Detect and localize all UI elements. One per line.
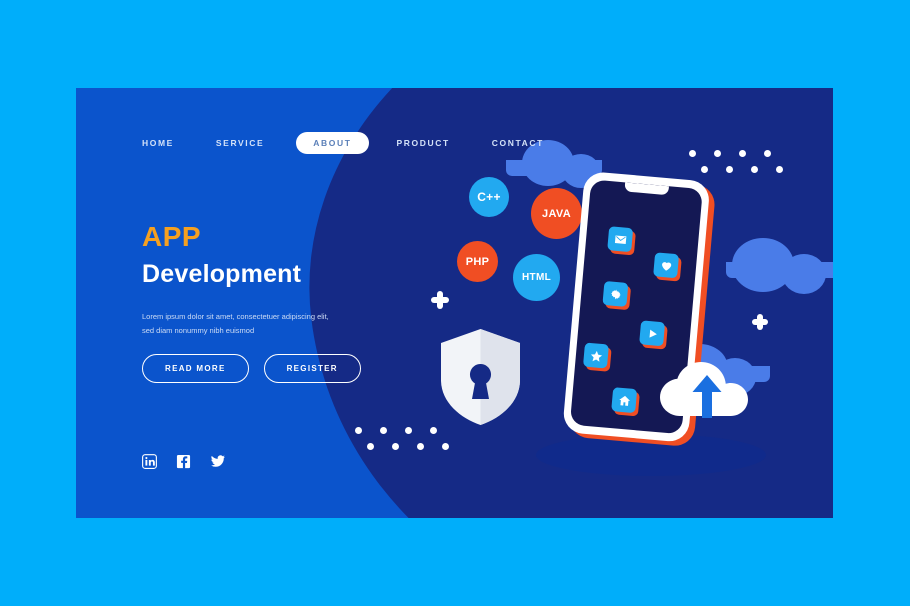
- cloud-upload-icon: [654, 350, 764, 425]
- dot-grid-bottom-left: [355, 427, 449, 455]
- home-app-icon[interactable]: [611, 387, 638, 414]
- tech-bubble-cpp: C++: [469, 177, 509, 217]
- page-root: HOME SERVICE ABOUT PRODUCT CONTACT APP D…: [0, 0, 910, 606]
- phone-notch: [624, 182, 669, 196]
- nav-item-about[interactable]: ABOUT: [296, 132, 369, 154]
- twitter-icon[interactable]: [210, 454, 226, 469]
- dot-grid-top-right: [689, 150, 783, 178]
- hero-title-main: Development: [142, 259, 302, 288]
- hero-copy: APP Development Lorem ipsum dolor sit am…: [142, 221, 422, 338]
- plus-mark-left: [431, 291, 449, 309]
- tech-bubble-php: PHP: [457, 241, 498, 282]
- register-button[interactable]: REGISTER: [263, 354, 361, 383]
- security-shield-icon: [439, 328, 522, 431]
- tech-bubble-java-label: JAVA: [542, 207, 571, 220]
- mail-app-icon[interactable]: [607, 226, 634, 253]
- tech-bubble-html-label: HTML: [522, 272, 551, 283]
- plus-mark-right: [752, 314, 768, 330]
- cloud-right: [726, 238, 833, 294]
- read-more-button[interactable]: READ MORE: [142, 354, 249, 383]
- tech-bubble-cpp-label: C++: [477, 190, 501, 204]
- facebook-icon[interactable]: [176, 454, 191, 469]
- cta-button-row: READ MORE REGISTER: [142, 354, 361, 383]
- main-navigation[interactable]: HOME SERVICE ABOUT PRODUCT CONTACT: [142, 132, 544, 154]
- settings-app-icon[interactable]: [602, 280, 629, 307]
- hero-body-text: Lorem ipsum dolor sit amet, consectetuer…: [142, 312, 329, 335]
- social-links: [142, 454, 226, 469]
- hero-panel: HOME SERVICE ABOUT PRODUCT CONTACT APP D…: [76, 88, 833, 518]
- nav-item-product[interactable]: PRODUCT: [397, 138, 450, 148]
- hero-title-highlight: APP: [142, 221, 202, 252]
- nav-item-home[interactable]: HOME: [142, 138, 174, 148]
- nav-item-contact[interactable]: CONTACT: [492, 138, 544, 148]
- linkedin-icon[interactable]: [142, 454, 157, 469]
- heart-app-icon[interactable]: [653, 252, 680, 279]
- star-app-icon[interactable]: [582, 342, 609, 369]
- play-app-icon[interactable]: [639, 320, 666, 347]
- nav-item-service[interactable]: SERVICE: [216, 138, 264, 148]
- tech-bubble-php-label: PHP: [465, 255, 490, 268]
- tech-bubble-java: JAVA: [531, 188, 582, 239]
- tech-bubble-html: HTML: [513, 254, 560, 301]
